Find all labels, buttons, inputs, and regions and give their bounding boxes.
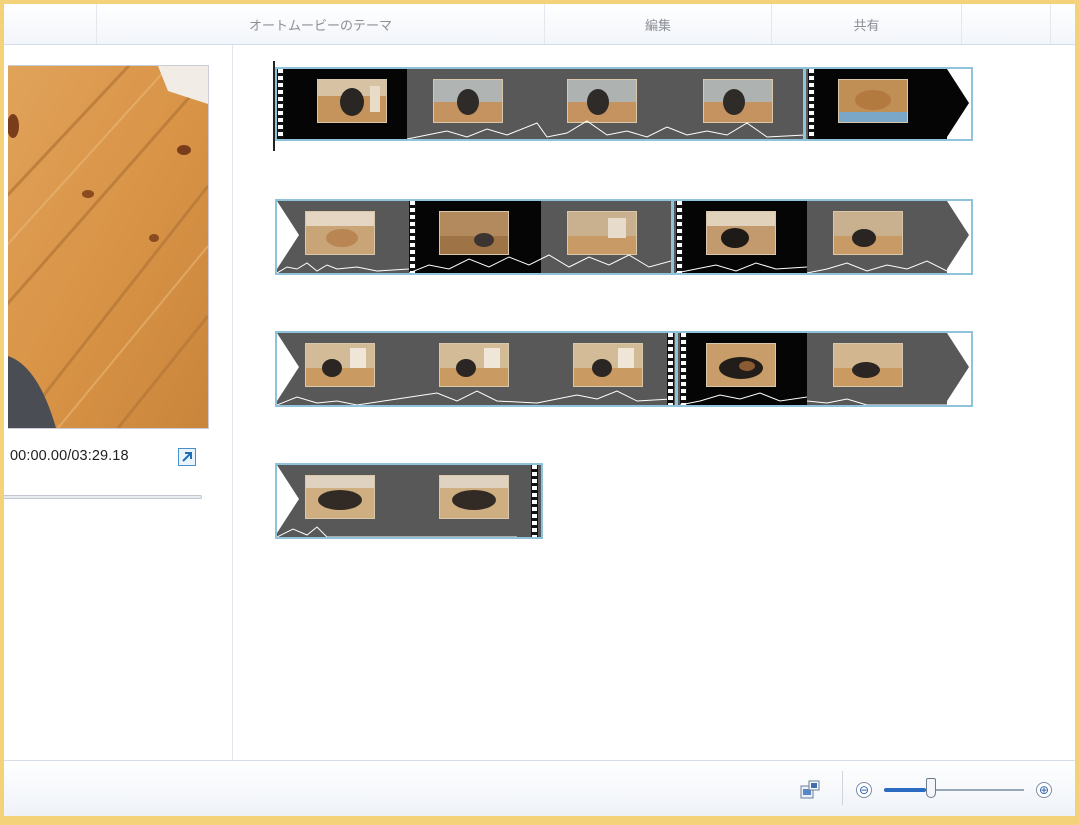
film-sprocket xyxy=(808,69,815,139)
clip-thumbnail-image xyxy=(439,343,509,387)
clip-thumbnail[interactable] xyxy=(807,333,971,405)
clip-thumbnail[interactable] xyxy=(680,333,807,405)
tab-automovie-themes-label: オートムービーのテーマ xyxy=(248,17,392,33)
clip-thumbnail-image xyxy=(305,475,375,519)
zoom-in-button[interactable]: ⊕ xyxy=(1036,782,1052,798)
zoom-out-button[interactable]: ⊖ xyxy=(856,782,872,798)
clip-thumbnail-image xyxy=(439,475,509,519)
zoom-in-icon: ⊕ xyxy=(1038,783,1050,797)
clip-thumbnail[interactable] xyxy=(808,69,971,139)
tab-edit[interactable]: 編集 xyxy=(545,4,772,44)
clip-thumbnail-image xyxy=(305,343,375,387)
audio-waveform xyxy=(676,262,807,273)
preview-frame-image xyxy=(8,66,208,428)
popout-arrow-icon xyxy=(182,452,192,462)
tab-automovie-themes[interactable]: オートムービーのテーマ xyxy=(97,4,545,44)
clip-thumbnail-image xyxy=(567,211,637,255)
playhead-marker[interactable] xyxy=(273,61,275,151)
audio-waveform xyxy=(807,398,947,405)
preview-monitor[interactable] xyxy=(8,65,209,429)
audio-waveform xyxy=(807,260,947,273)
storyboard-row-2[interactable] xyxy=(275,199,973,275)
timecode-display: 00:00.00/03:29.18 xyxy=(10,448,129,464)
clip-split-marker xyxy=(675,333,678,405)
clip-thumbnail-image xyxy=(706,343,776,387)
audio-waveform xyxy=(407,120,805,139)
storyboard-pane xyxy=(233,45,1075,760)
storyboard-row-4[interactable] xyxy=(275,463,543,539)
clip-thumbnail-image xyxy=(317,79,387,123)
tab-share-label: 共有 xyxy=(853,17,880,33)
clip-thumbnail[interactable] xyxy=(409,201,671,273)
ribbon-separator xyxy=(1050,4,1051,44)
clip-thumbnail-image xyxy=(833,211,903,255)
clip-end-arrow xyxy=(947,201,971,273)
clip-thumbnail-image xyxy=(706,211,776,255)
clip-end-arrow xyxy=(947,333,971,405)
zoom-out-icon: ⊖ xyxy=(858,783,870,797)
zoom-slider-handle[interactable] xyxy=(926,778,936,798)
zoom-slider-fill xyxy=(884,788,926,792)
audio-waveform xyxy=(409,254,671,273)
clip-thumbnail-image xyxy=(439,211,509,255)
audio-waveform xyxy=(277,526,517,537)
clip-thumbnail-image xyxy=(573,343,643,387)
film-sprocket xyxy=(667,333,674,405)
clip-thumbnail-image xyxy=(838,79,908,123)
clip-thumbnail[interactable] xyxy=(807,201,971,273)
ribbon-tab-bar: オートムービーのテーマ 編集 共有 xyxy=(4,4,1075,45)
tab-share[interactable]: 共有 xyxy=(772,4,962,44)
clip-thumbnail[interactable] xyxy=(277,465,541,537)
storyboard-row-1[interactable] xyxy=(275,67,973,141)
audio-waveform xyxy=(277,390,671,405)
clip-thumbnail-image xyxy=(305,211,375,255)
thumbnail-size-button[interactable] xyxy=(800,780,820,800)
clip-split-marker xyxy=(803,69,806,139)
clip-thumbnail[interactable] xyxy=(277,201,409,273)
clip-thumbnail[interactable] xyxy=(407,69,805,139)
film-sprocket xyxy=(277,69,284,139)
audio-waveform xyxy=(680,392,807,405)
clip-end-arrow xyxy=(947,69,971,139)
film-sprocket xyxy=(531,465,538,537)
clip-thumbnail-image xyxy=(833,343,903,387)
clip-thumbnail[interactable] xyxy=(676,201,807,273)
status-bar: ⊖ ⊕ xyxy=(4,760,1075,816)
thumbnail-size-icon xyxy=(800,780,820,799)
audio-waveform xyxy=(277,262,409,273)
preview-pane: 00:00.00/03:29.18 xyxy=(4,45,233,760)
popout-preview-button[interactable] xyxy=(178,448,196,466)
tab-edit-label: 編集 xyxy=(644,17,671,33)
clip-split-marker xyxy=(671,201,674,273)
clip-thumbnail[interactable] xyxy=(277,333,671,405)
clip-thumbnail[interactable] xyxy=(277,69,407,139)
movie-maker-window: オートムービーのテーマ 編集 共有 00:00.00/03:29.18 ⊖ ⊕ xyxy=(4,4,1075,816)
seek-bar[interactable] xyxy=(4,495,202,499)
status-separator xyxy=(842,771,843,805)
storyboard-row-3[interactable] xyxy=(275,331,973,407)
